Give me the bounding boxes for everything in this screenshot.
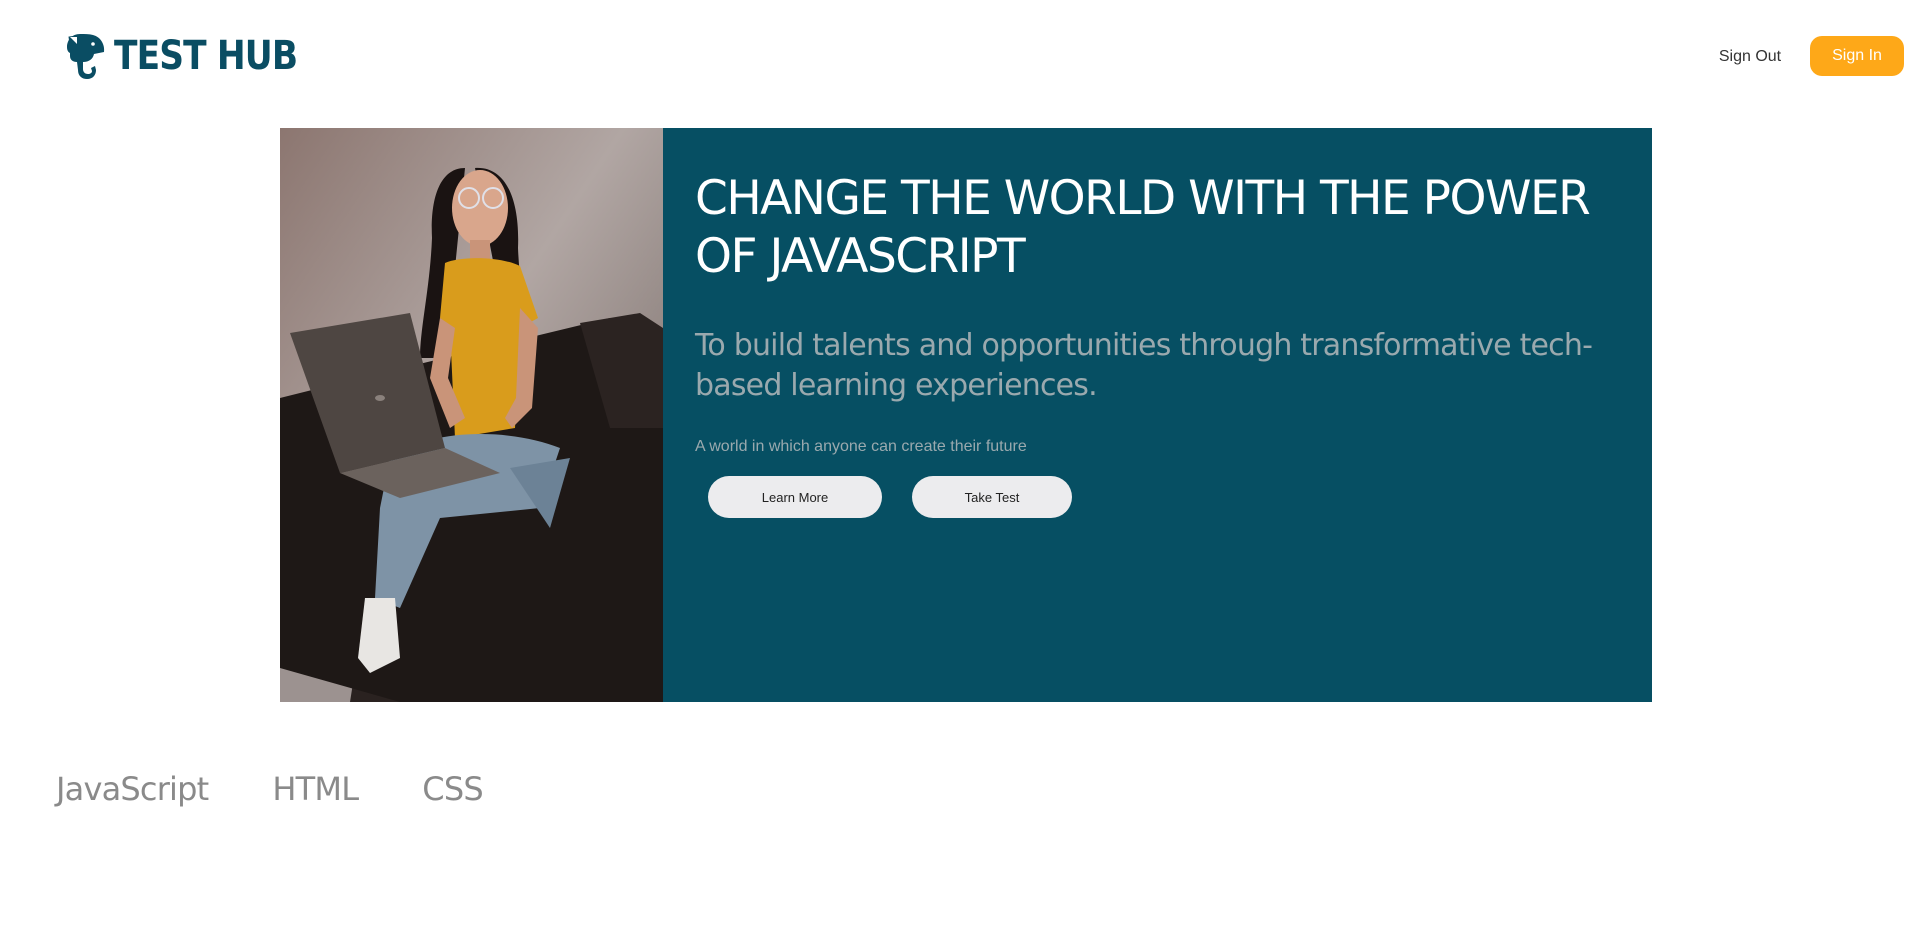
- learn-more-button[interactable]: Learn More: [708, 476, 882, 518]
- take-test-button[interactable]: Take Test: [912, 476, 1072, 518]
- topic-javascript[interactable]: JavaScript: [56, 770, 209, 808]
- brand-logo-link[interactable]: TEST HUB: [66, 32, 327, 80]
- elephant-icon: [67, 34, 105, 79]
- hero-panel: CHANGE THE WORLD WITH THE POWER OF JAVAS…: [663, 128, 1652, 702]
- topic-css[interactable]: CSS: [422, 770, 483, 808]
- hero-title: CHANGE THE WORLD WITH THE POWER OF JAVAS…: [695, 171, 1591, 284]
- woman-with-laptop-photo: [280, 128, 663, 702]
- hero-actions: Learn More Take Test: [708, 476, 1632, 518]
- brand-name: TEST HUB: [114, 33, 298, 79]
- hero-tagline: A world in which anyone can create their…: [695, 438, 1027, 455]
- sign-out-link[interactable]: Sign Out: [1700, 38, 1800, 76]
- hero-subtitle: To build talents and opportunities throu…: [695, 328, 1593, 403]
- topic-tabs: JavaScript HTML CSS: [56, 770, 547, 808]
- topic-html[interactable]: HTML: [272, 770, 359, 808]
- sign-in-button[interactable]: Sign In: [1810, 36, 1904, 76]
- hero-banner: CHANGE THE WORLD WITH THE POWER OF JAVAS…: [280, 128, 1652, 702]
- site-header: TEST HUB Sign Out Sign In: [0, 0, 1920, 115]
